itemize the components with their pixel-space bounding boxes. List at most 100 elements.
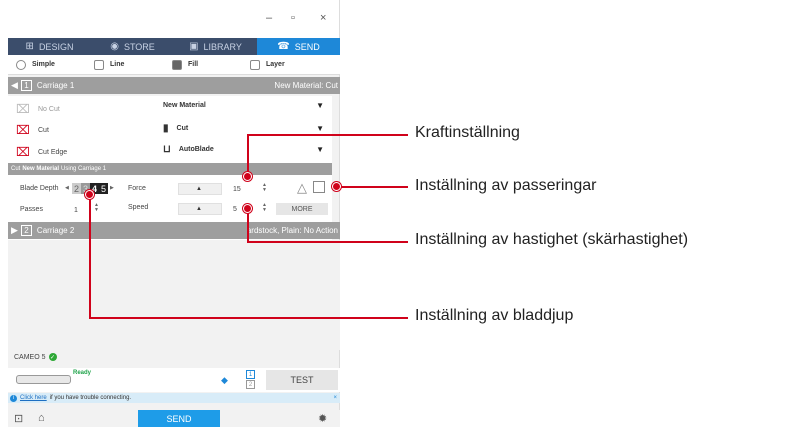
mode-label: Layer [266, 61, 285, 68]
radio-icon [16, 59, 26, 70]
action-no-cut[interactable]: ⌧ No Cut [16, 102, 60, 116]
gear-icon[interactable]: ✹ [318, 412, 327, 425]
send-mode-bar: Simple Line Fill Layer [8, 55, 340, 75]
blade-depth-decrease[interactable]: ◀ [65, 186, 69, 191]
blade-callout: Inställning av bladdjup [415, 307, 574, 324]
action-cut[interactable]: ⌧ Cut [16, 123, 49, 137]
minimize-button[interactable]: – [266, 12, 272, 24]
passes-callout-dot [332, 182, 341, 191]
passes-label: Passes [20, 206, 43, 213]
action-label: Cut Edge [38, 148, 68, 156]
slider-knob-icon: ▲ [196, 206, 202, 212]
line-segment-box-icon[interactable] [313, 181, 325, 193]
chevron-down-icon: ▼ [316, 101, 324, 110]
tab-design[interactable]: ⊞ DESIGN [8, 38, 91, 55]
line-mode-icon [94, 59, 104, 70]
cut-icon: ⌧ [16, 123, 30, 137]
carriage-1-header[interactable]: ◀ 1 Carriage 1 New Material: Cut [8, 77, 340, 94]
cut-edge-icon: ⌧ [16, 145, 30, 159]
action-label: Cut [38, 126, 49, 134]
help-link[interactable]: Click here [20, 395, 47, 401]
passes-stepper-icon[interactable]: ▲ ▼ [94, 203, 99, 213]
connection-info-bar: i Click here if you have trouble connect… [8, 393, 340, 403]
mode-layer[interactable]: Layer [250, 59, 320, 70]
material-select[interactable]: New Material ▼ [163, 101, 328, 110]
knife-icon: ▮ [163, 123, 169, 134]
tab-label: STORE [123, 41, 155, 52]
speed-value[interactable]: 5 [233, 206, 237, 213]
send-icon: ☎ [277, 41, 290, 52]
blade-depth-label: Blade Depth [20, 185, 59, 192]
test-button[interactable]: TEST [266, 370, 338, 390]
carriage-2-header[interactable]: ▶ 2 Carriage 2 ardstock, Plain: No Actio… [8, 222, 340, 239]
tab-label: DESIGN [38, 41, 74, 52]
device-name: CAMEO 5 [14, 353, 46, 361]
line-segment-icon[interactable]: △ [297, 180, 307, 196]
empty-area [8, 240, 340, 350]
title-bar: – ▫ × [8, 0, 339, 38]
slot-1[interactable]: 1 [246, 370, 255, 379]
tab-library[interactable]: ▣ LIBRARY [174, 38, 257, 55]
mode-fill[interactable]: Fill [172, 59, 242, 70]
force-callout-line [247, 134, 249, 176]
graduation-cap-icon[interactable]: ⌂ [38, 412, 45, 424]
action-cut-edge[interactable]: ⌧ Cut Edge [16, 145, 67, 159]
blade-depth-increase[interactable]: ▶ [110, 186, 114, 191]
force-callout: Kraftinställning [415, 124, 520, 141]
tab-send[interactable]: ☎ SEND [257, 38, 340, 55]
force-callout-dot [243, 172, 252, 181]
tool-select[interactable]: ⊔ AutoBlade ▼ [163, 144, 328, 155]
cutter-machine-icon [16, 375, 71, 384]
device-status: CAMEO 5 ✓ [14, 353, 57, 361]
bottom-bar: ⊡ ⌂ SEND ✹ [8, 410, 340, 427]
restore-button[interactable]: ▫ [291, 12, 295, 24]
blade-depth-digit[interactable]: 5 [99, 183, 108, 194]
slider-knob-icon: ▲ [196, 186, 202, 192]
cut-material: New Material [22, 166, 60, 172]
no-cut-icon: ⌧ [16, 102, 30, 116]
tab-store[interactable]: ◉ STORE [91, 38, 174, 55]
collapse-arrow-icon: ◀ [11, 80, 18, 90]
main-tabs: ⊞ DESIGN ◉ STORE ▣ LIBRARY ☎ SEND [8, 38, 340, 55]
speed-stepper-icon[interactable]: ▲ ▼ [262, 203, 267, 213]
blade-callout-line [89, 317, 408, 319]
speed-label: Speed [128, 204, 149, 211]
passes-value[interactable]: 1 [74, 207, 78, 214]
move-arrows-icon[interactable]: ◆ [221, 375, 228, 386]
send-button[interactable]: SEND [138, 410, 220, 427]
info-icon: i [10, 394, 17, 402]
force-callout-line [247, 134, 408, 136]
carriage-label: Carriage 1 [36, 81, 75, 90]
force-value[interactable]: 15 [233, 186, 241, 193]
speed-slider[interactable]: ▲ [178, 203, 222, 215]
force-stepper-icon[interactable]: ▲ ▼ [262, 183, 267, 193]
cutter-icon[interactable]: ⊡ [14, 412, 23, 425]
layer-mode-icon [250, 59, 260, 70]
mode-label: Fill [188, 61, 199, 68]
ready-status: Ready [73, 370, 92, 376]
mode-simple[interactable]: Simple [16, 59, 86, 70]
blade-depth-digit[interactable]: 2 [72, 183, 81, 194]
passes-callout: Inställning av passeringar [415, 177, 597, 194]
chevron-down-icon: ▼ [316, 124, 324, 133]
cut-suffix: Using Carriage 1 [61, 166, 107, 172]
info-text: if you have trouble connecting. [49, 395, 132, 401]
speed-callout-line [247, 208, 249, 242]
blade-callout-dot [85, 190, 94, 199]
speed-callout: Inställning av hastighet (skärhastighet) [415, 231, 689, 248]
carriage-number: 1 [20, 80, 32, 91]
carriage-material: New Material: Cut [274, 81, 338, 90]
library-icon: ▣ [189, 41, 199, 52]
speed-callout-dot [243, 204, 252, 213]
expand-arrow-icon: ▶ [11, 225, 18, 235]
close-button[interactable]: × [320, 12, 326, 24]
speed-callout-line [247, 241, 408, 243]
force-slider[interactable]: ▲ [178, 183, 222, 195]
chevron-down-icon: ▼ [316, 145, 324, 154]
more-button[interactable]: MORE [276, 203, 328, 215]
close-icon[interactable]: × [333, 395, 337, 401]
slot-2[interactable]: 2 [246, 380, 255, 389]
mode-line[interactable]: Line [94, 59, 164, 70]
action-select[interactable]: ▮ Cut ▼ [163, 123, 328, 134]
blade-icon: ⊔ [163, 144, 171, 155]
